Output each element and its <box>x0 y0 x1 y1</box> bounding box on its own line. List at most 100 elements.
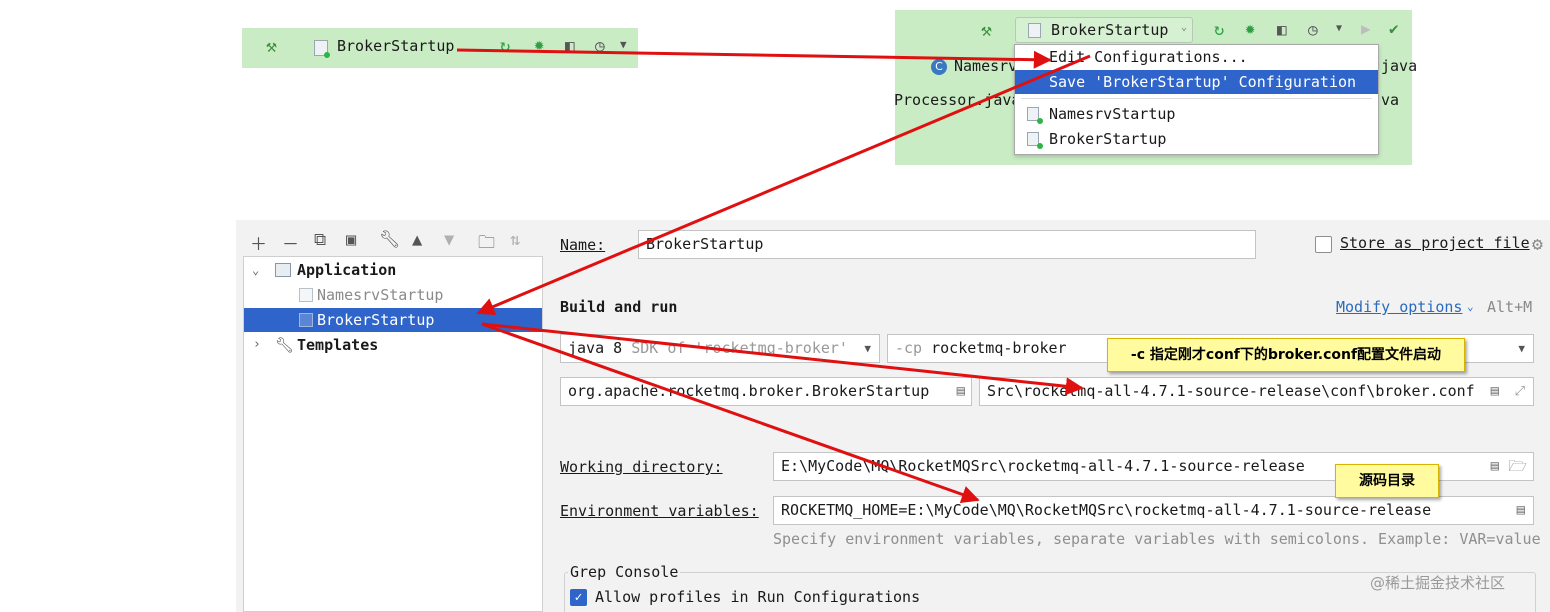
build-hammer-icon[interactable]: ⚒ <box>266 36 277 57</box>
chevron-down-icon: ▼ <box>864 342 871 355</box>
application-icon <box>275 263 291 277</box>
run-config-file-icon <box>299 313 313 327</box>
build-and-run-heading: Build and run <box>560 298 678 316</box>
tree-group-label: Application <box>297 261 397 279</box>
jre-select[interactable]: java 8 SDK of 'rocketmq-broker' ▼ <box>560 334 880 363</box>
program-arguments-input[interactable]: Src\rocketmq-all-4.7.1-source-release\co… <box>979 377 1534 406</box>
browse-icon[interactable]: ▤ <box>957 378 965 405</box>
chevron-down-icon[interactable]: ⌄ <box>1467 300 1474 313</box>
environment-variables-hint: Specify environment variables, separate … <box>773 530 1541 548</box>
menu-item-label: BrokerStartup <box>1049 130 1167 148</box>
grep-console-heading: Grep Console <box>568 563 681 581</box>
classpath-prefix: -cp <box>895 339 923 357</box>
jre-hint: SDK of 'rocketmq-broker' <box>631 339 848 357</box>
allow-profiles-label: Allow profiles in Run Configurations <box>595 588 921 606</box>
sort-icon[interactable]: ⇅ <box>510 230 520 250</box>
wrench-icon[interactable]: 🔧︎ <box>379 230 401 250</box>
chevron-down-icon[interactable]: ▼ <box>620 38 627 51</box>
save-icon[interactable]: ▣ <box>346 230 356 250</box>
wrench-icon: 🔧︎ <box>275 336 295 354</box>
editor-tab-suffix: java <box>1381 57 1418 75</box>
git-pull-icon[interactable]: ✔ <box>1389 19 1399 38</box>
run-play-icon[interactable]: ▶ <box>1361 19 1371 38</box>
folder-icon[interactable]: 🗁 <box>1508 453 1527 480</box>
working-directory-value: E:\MyCode\MQ\RocketMQSrc\rocketmq-all-4.… <box>781 457 1305 475</box>
build-hammer-icon[interactable]: ⚒ <box>981 20 992 41</box>
remove-icon[interactable]: － <box>282 230 299 255</box>
working-directory-label: Working directory: <box>560 458 723 476</box>
gear-icon[interactable]: ⚙ <box>1532 234 1543 255</box>
allow-profiles-checkbox[interactable]: ✓ <box>570 589 587 606</box>
modify-options-shortcut: Alt+M <box>1487 298 1533 316</box>
main-class-value: org.apache.rocketmq.broker.BrokerStartup <box>568 382 930 400</box>
annotation-note-src: 源码目录 <box>1335 464 1439 498</box>
working-directory-text: Working directory: <box>560 458 723 476</box>
chevron-down-icon[interactable]: ⌄ <box>252 258 259 282</box>
jre-value: java 8 <box>568 339 623 357</box>
config-tree: ⌄ Application NamesrvStartup BrokerStart… <box>243 256 543 612</box>
profile-icon[interactable]: ◷ <box>595 36 605 55</box>
menu-item-brokerstartup[interactable]: BrokerStartup <box>1015 127 1378 151</box>
program-arguments-value: Src\rocketmq-all-4.7.1-source-release\co… <box>987 382 1475 400</box>
config-form-panel: Name: BrokerStartup Store as project fil… <box>544 220 1550 612</box>
modify-options-link[interactable]: Modify options <box>1336 298 1462 316</box>
browse-icon[interactable]: ▤ <box>1486 378 1499 405</box>
tree-group-templates[interactable]: › 🔧︎ Templates <box>244 333 542 357</box>
tree-group-label: Templates <box>297 336 379 354</box>
debug-bug-icon[interactable]: ✹ <box>534 35 544 55</box>
toolbar-left: ⚒ BrokerStartup ↻ ✹ ◧ ◷ ▼ <box>242 28 638 68</box>
name-label: Name: <box>560 236 606 254</box>
environment-variables-text: Environment variables: <box>560 502 759 520</box>
run-config-file-icon <box>314 40 330 58</box>
editor-tab-namesrv[interactable]: Namesrv <box>954 57 1017 75</box>
tree-group-application[interactable]: ⌄ Application <box>244 258 542 282</box>
environment-variables-value: ROCKETMQ_HOME=E:\MyCode\MQ\RocketMQSrc\r… <box>781 501 1432 519</box>
environment-variables-label: Environment variables: <box>560 502 759 520</box>
coverage-icon[interactable]: ◧ <box>565 36 575 55</box>
store-as-project-label: Store as project file <box>1340 234 1530 252</box>
chevron-down-icon[interactable]: ▼ <box>1336 23 1342 34</box>
editor-tab-suffix-2: va <box>1381 91 1400 109</box>
new-folder-icon[interactable]: 🗀 <box>478 230 495 259</box>
menu-item-namesrvstartup[interactable]: NamesrvStartup <box>1015 102 1378 126</box>
rerun-icon[interactable]: ↻ <box>500 36 510 56</box>
classpath-value: rocketmq-broker <box>931 339 1067 357</box>
run-config-label[interactable]: BrokerStartup <box>337 37 454 55</box>
debug-bug-icon[interactable]: ✹ <box>1245 19 1255 39</box>
store-as-project-checkbox[interactable] <box>1315 236 1332 253</box>
menu-divider <box>1021 98 1372 99</box>
expand-icon[interactable]: ⤢ <box>1515 378 1525 405</box>
status-dot-icon <box>1037 118 1043 124</box>
status-dot-icon <box>1037 143 1043 149</box>
rerun-icon[interactable]: ↻ <box>1214 20 1224 40</box>
chevron-down-icon: ▼ <box>1518 342 1525 355</box>
store-as-project-text: Store as project file <box>1340 234 1530 252</box>
tree-item-namesrvstartup[interactable]: NamesrvStartup <box>244 283 542 307</box>
editor-tab-processor[interactable]: Processor.java <box>894 91 1020 109</box>
macros-icon[interactable]: ▤ <box>1486 453 1499 480</box>
menu-item-save-configuration[interactable]: Save 'BrokerStartup' Configuration <box>1015 70 1378 94</box>
environment-variables-input[interactable]: ROCKETMQ_HOME=E:\MyCode\MQ\RocketMQSrc\r… <box>773 496 1534 525</box>
menu-item-label: NamesrvStartup <box>1049 105 1176 123</box>
menu-item-edit-configurations[interactable]: Edit Configurations... <box>1015 45 1378 69</box>
add-icon[interactable]: ＋ <box>250 230 267 255</box>
run-config-dropdown: Edit Configurations... Save 'BrokerStart… <box>1014 44 1379 155</box>
copy-icon[interactable]: ⧉ <box>314 230 326 250</box>
run-config-combo[interactable]: BrokerStartup ⌄ <box>1015 17 1193 43</box>
tree-item-brokerstartup[interactable]: BrokerStartup <box>244 308 542 332</box>
name-input[interactable]: BrokerStartup <box>638 230 1256 259</box>
run-config-file-icon <box>299 288 313 302</box>
watermark: @稀土掘金技术社区 <box>1370 574 1506 592</box>
tree-item-label: NamesrvStartup <box>317 286 444 304</box>
chevron-right-icon[interactable]: › <box>253 333 261 357</box>
coverage-icon[interactable]: ◧ <box>1277 20 1287 39</box>
tree-item-label: BrokerStartup <box>317 311 435 329</box>
browse-icon[interactable]: ▤ <box>1512 497 1525 524</box>
move-up-icon[interactable]: ▲ <box>412 230 422 250</box>
move-down-icon[interactable]: ▼ <box>444 230 454 250</box>
run-config-file-icon <box>1028 23 1041 38</box>
profile-icon[interactable]: ◷ <box>1308 20 1318 39</box>
main-class-input[interactable]: org.apache.rocketmq.broker.BrokerStartup… <box>560 377 972 406</box>
chevron-down-icon: ⌄ <box>1181 22 1188 33</box>
class-badge-icon: C <box>931 59 947 75</box>
